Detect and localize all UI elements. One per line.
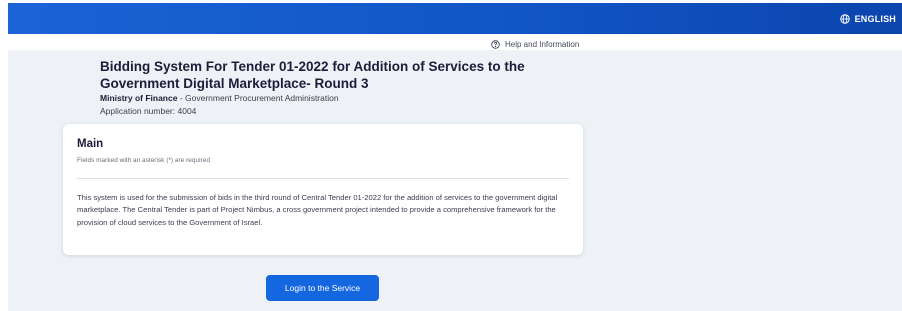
login-button[interactable]: Login to the Service [266,275,379,301]
required-fields-note: Fields marked with an asterisk (*) are r… [77,157,210,164]
card-title: Main [77,138,104,150]
organization-line: Ministry of Finance - Government Procure… [100,93,339,103]
administration-name: - Government Procurement Administration [177,93,339,103]
language-switcher[interactable]: ENGLISH [839,12,896,26]
divider [77,178,569,179]
help-label: Help and Information [505,40,580,49]
language-label: ENGLISH [854,14,896,24]
page-title: Bidding System For Tender 01-2022 for Ad… [100,59,525,91]
top-bar: ENGLISH [8,3,902,34]
main-card: Main Fields marked with an asterisk (*) … [63,124,583,255]
ministry-name: Ministry of Finance [100,93,178,103]
question-circle-icon [491,40,500,49]
application-number: Application number: 4004 [100,106,197,116]
globe-icon [839,14,850,24]
help-link[interactable]: Help and Information [491,38,579,51]
page: ENGLISH Help and Information Bidding Sys… [0,0,902,311]
card-description: This system is used for the submission o… [77,193,558,227]
